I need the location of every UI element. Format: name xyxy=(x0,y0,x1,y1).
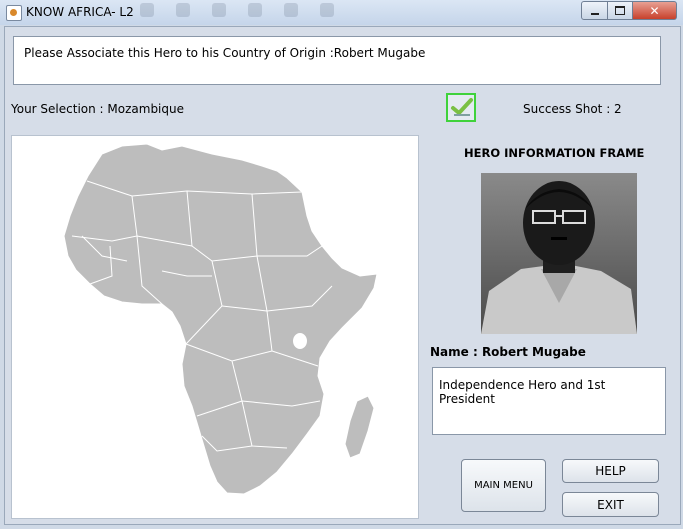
help-button[interactable]: HELP xyxy=(562,459,659,483)
question-box: Please Associate this Hero to his Countr… xyxy=(13,36,661,85)
checkmark-indicator xyxy=(446,93,476,122)
maximize-button[interactable] xyxy=(608,1,633,20)
hero-description-text: Independence Hero and 1st President xyxy=(439,378,606,406)
success-shot-label: Success Shot : 2 xyxy=(523,102,622,116)
madagascar-shape[interactable] xyxy=(344,395,375,459)
main-menu-button[interactable]: MAIN MENU xyxy=(461,459,546,512)
lake-victoria xyxy=(293,333,307,349)
title-bar[interactable]: KNOW AFRICA- L2 ✕ xyxy=(0,0,683,25)
checkmark-icon xyxy=(451,98,473,116)
hero-portrait-image xyxy=(481,173,637,334)
africa-continent-shape[interactable] xyxy=(63,143,378,495)
close-button[interactable]: ✕ xyxy=(633,1,677,20)
your-selection-label: Your Selection : Mozambique xyxy=(11,102,184,116)
maximize-icon xyxy=(615,6,625,15)
window-controls: ✕ xyxy=(581,1,677,20)
background-toolbar-ghost xyxy=(140,3,400,21)
africa-map[interactable] xyxy=(11,135,419,519)
hero-description-box: Independence Hero and 1st President xyxy=(432,367,666,435)
minimize-icon xyxy=(590,12,599,15)
minimize-button[interactable] xyxy=(581,1,608,20)
window-title: KNOW AFRICA- L2 xyxy=(26,5,134,19)
hero-information-frame-title: HERO INFORMATION FRAME xyxy=(464,146,645,160)
close-icon: ✕ xyxy=(649,3,660,18)
exit-button[interactable]: EXIT xyxy=(562,492,659,517)
hero-name-label: Name : Robert Mugabe xyxy=(430,345,586,359)
hero-portrait xyxy=(481,173,637,334)
main-panel: Please Associate this Hero to his Countr… xyxy=(4,26,681,525)
question-text: Please Associate this Hero to his Countr… xyxy=(24,46,426,60)
java-app-icon[interactable] xyxy=(6,5,22,21)
